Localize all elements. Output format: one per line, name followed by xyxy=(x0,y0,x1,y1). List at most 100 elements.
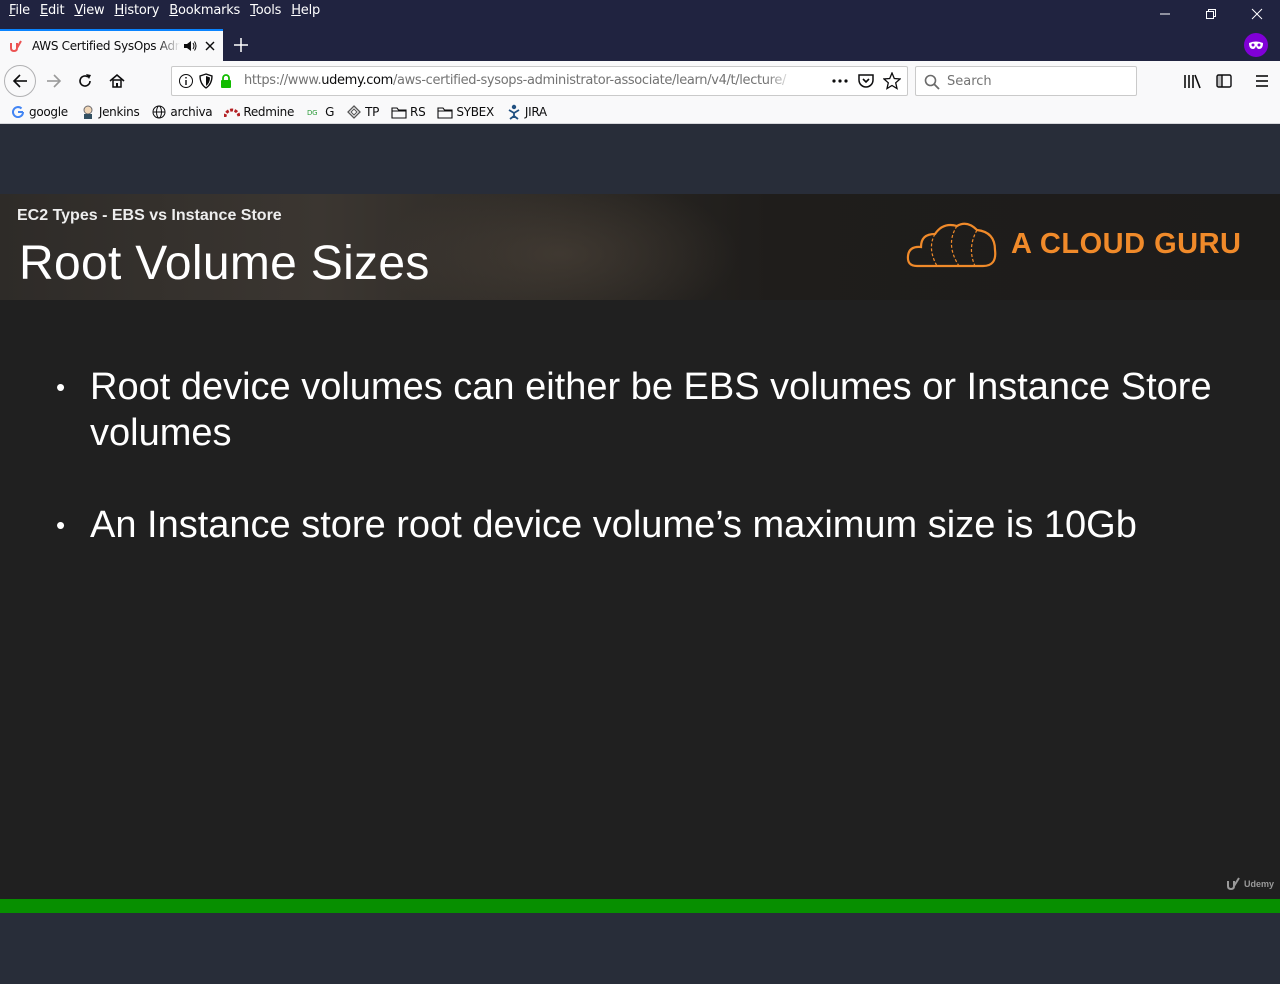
plus-icon xyxy=(234,38,248,52)
hamburger-menu-icon xyxy=(1256,75,1268,87)
reload-button[interactable] xyxy=(71,67,99,95)
bookmark-label: TP xyxy=(365,105,380,119)
private-browsing-icon xyxy=(1244,33,1268,57)
jira-icon xyxy=(506,104,522,120)
bookmark-redmine[interactable]: Redmine xyxy=(224,104,294,120)
bookmark-google[interactable]: google xyxy=(10,104,68,120)
library-button[interactable] xyxy=(1178,67,1206,95)
arrow-left-icon xyxy=(12,74,27,88)
bookmark-folder-rs[interactable]: RS xyxy=(391,104,426,120)
bullet-item: • Root device volumes can either be EBS … xyxy=(56,364,1236,456)
logo-text: A CLOUD GURU xyxy=(1011,227,1242,260)
folder-icon xyxy=(391,104,407,120)
menu-bookmarks[interactable]: Bookmarks xyxy=(164,1,245,21)
search-bar[interactable]: Search xyxy=(915,66,1137,96)
menu-file[interactable]: File xyxy=(4,1,35,21)
info-icon[interactable] xyxy=(178,73,194,94)
menu-edit[interactable]: Edit xyxy=(35,1,69,21)
search-icon xyxy=(924,74,940,95)
bookmark-star-icon[interactable] xyxy=(882,71,902,95)
bullet-dot-icon: • xyxy=(56,372,66,402)
toolbar-right xyxy=(1178,67,1276,95)
minimize-icon xyxy=(1160,13,1170,15)
arrow-right-icon xyxy=(47,74,62,88)
bookmark-label: SYBEX xyxy=(456,105,494,119)
bookmark-label: RS xyxy=(410,105,426,119)
svg-text:DG: DG xyxy=(307,109,317,117)
cloud-logo-icon xyxy=(906,222,997,268)
video-progress-bar[interactable] xyxy=(0,899,1280,913)
back-button[interactable] xyxy=(4,65,36,97)
new-tab-button[interactable] xyxy=(229,33,253,57)
close-window-button[interactable] xyxy=(1234,0,1280,28)
menu-view[interactable]: View xyxy=(69,1,109,21)
menu-tools[interactable]: Tools xyxy=(245,1,286,21)
close-tab-icon[interactable] xyxy=(202,38,218,54)
bookmark-label: google xyxy=(29,105,68,119)
navigation-toolbar: https://www.udemy.com/aws-certified-syso… xyxy=(0,61,1280,101)
url-text[interactable]: https://www.udemy.com/aws-certified-syso… xyxy=(244,73,794,88)
bookmark-folder-sybex[interactable]: SYBEX xyxy=(437,104,494,120)
minimize-button[interactable] xyxy=(1142,0,1188,28)
close-icon xyxy=(1251,8,1263,20)
tp-diamond-icon xyxy=(346,104,362,120)
window-titlebar: File Edit View History Bookmarks Tools H… xyxy=(0,0,1280,61)
bookmark-g[interactable]: DG G xyxy=(306,104,334,120)
lock-icon[interactable] xyxy=(218,73,234,94)
reload-icon xyxy=(79,74,91,87)
slide-header: EC2 Types - EBS vs Instance Store Root V… xyxy=(0,194,1280,300)
bookmark-label: JIRA xyxy=(524,105,547,119)
bookmark-tp[interactable]: TP xyxy=(346,104,379,120)
udemy-watermark-text: Udemy xyxy=(1243,879,1274,889)
page-actions-menu-icon[interactable] xyxy=(831,72,849,95)
home-button[interactable] xyxy=(103,67,131,95)
restore-icon xyxy=(1206,9,1216,19)
menu-bar: File Edit View History Bookmarks Tools H… xyxy=(0,0,325,22)
redmine-icon xyxy=(224,104,241,120)
library-icon xyxy=(1184,74,1201,89)
main-menu-button[interactable] xyxy=(1248,67,1276,95)
restore-button[interactable] xyxy=(1188,0,1234,28)
forward-button[interactable] xyxy=(40,67,68,95)
menu-help[interactable]: Help xyxy=(286,1,325,21)
bookmark-jira[interactable]: JIRA xyxy=(506,104,547,120)
pocket-icon[interactable] xyxy=(857,72,875,95)
tab-title: AWS Certified SysOps Administrator - Ass… xyxy=(32,39,180,53)
bullet-text: An Instance store root device volume’s m… xyxy=(90,504,1137,546)
bookmarks-toolbar: google Jenkins archiva Redmine DG G TP R… xyxy=(0,101,1280,124)
video-player-area[interactable]: EC2 Types - EBS vs Instance Store Root V… xyxy=(0,124,1280,984)
folder-icon xyxy=(437,104,453,120)
bookmark-jenkins[interactable]: Jenkins xyxy=(80,104,140,120)
url-prefix: https://www. xyxy=(244,73,322,88)
url-actions xyxy=(831,71,902,95)
tracking-shield-icon[interactable] xyxy=(198,73,214,94)
bullet-dot-icon: • xyxy=(56,510,66,540)
bookmark-archiva[interactable]: archiva xyxy=(151,104,213,120)
url-domain: udemy.com xyxy=(321,73,393,88)
sidebar-button[interactable] xyxy=(1210,67,1238,95)
udemy-favicon-icon xyxy=(8,38,24,54)
url-security-icons xyxy=(178,73,234,94)
bookmark-label: Redmine xyxy=(243,105,295,119)
url-bar[interactable]: https://www.udemy.com/aws-certified-syso… xyxy=(171,66,908,96)
presenter-shadow xyxy=(380,194,740,300)
bullet-text: Root device volumes can either be EBS vo… xyxy=(90,366,1212,454)
sidebar-icon xyxy=(1216,74,1232,88)
g-bookmark-icon: DG xyxy=(306,104,322,120)
window-controls xyxy=(1142,0,1280,28)
bullet-item: • An Instance store root device volume’s… xyxy=(56,502,1236,548)
bookmark-label: archiva xyxy=(170,105,213,119)
search-placeholder: Search xyxy=(947,74,992,89)
url-path: /aws-certified-sysops-administrator-asso… xyxy=(392,73,787,88)
lecture-slide: EC2 Types - EBS vs Instance Store Root V… xyxy=(0,194,1280,899)
jenkins-icon xyxy=(80,104,96,120)
a-cloud-guru-logo: A CLOUD GURU xyxy=(905,218,1241,270)
browser-tab[interactable]: AWS Certified SysOps Administrator - Ass… xyxy=(0,29,223,61)
speaker-icon[interactable] xyxy=(182,38,198,54)
google-icon xyxy=(10,104,26,120)
bookmark-label: Jenkins xyxy=(98,105,140,119)
menu-history[interactable]: History xyxy=(109,1,164,21)
home-icon xyxy=(109,73,125,88)
udemy-logo-icon xyxy=(1226,877,1240,891)
bookmark-label: G xyxy=(325,105,335,119)
